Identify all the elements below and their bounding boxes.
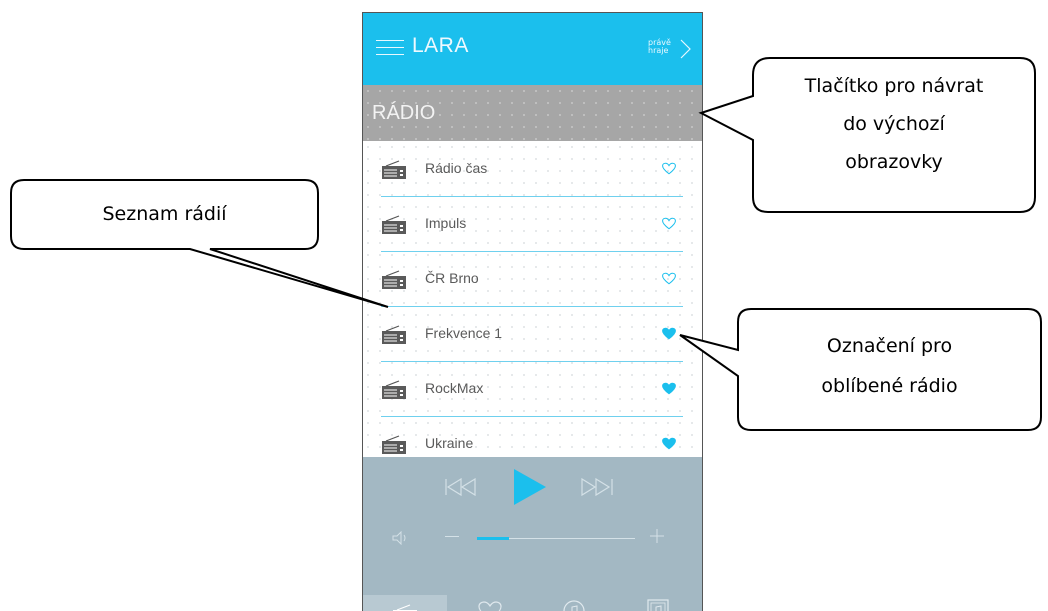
favorite-callout-line1: Označení pro <box>826 335 953 357</box>
radio-icon <box>382 270 406 289</box>
favorite-callout: Označení pro oblíbené rádio <box>738 330 1041 410</box>
station-list-callout: Seznam rádií <box>11 198 318 232</box>
station-name: Rádio čas <box>425 160 488 176</box>
back-button-callout-line2: do výchozí <box>843 113 945 135</box>
favorite-heart-icon[interactable] <box>662 382 676 395</box>
station-row[interactable]: Frekvence 1 <box>362 306 703 362</box>
station-row[interactable]: ČR Brno <box>362 251 703 307</box>
radio-icon <box>382 215 406 234</box>
back-button-callout: Tlačítko pro návrat do výchozí obrazovky <box>753 70 1035 206</box>
station-list-callout-text: Seznam rádií <box>102 203 227 225</box>
tab-radio[interactable] <box>362 595 447 611</box>
section-title: RÁDIO <box>372 102 436 124</box>
volume-down-button[interactable] <box>445 536 459 537</box>
tab-music[interactable] <box>532 595 617 611</box>
station-name: Impuls <box>425 215 467 231</box>
now-playing-button[interactable]: právě hraje <box>648 39 678 55</box>
radio-icon <box>393 604 417 611</box>
radio-icon <box>382 160 406 179</box>
section-header[interactable]: RÁDIO <box>362 85 703 141</box>
chevron-right-icon[interactable] <box>678 38 692 60</box>
station-row[interactable]: RockMax <box>362 361 703 417</box>
volume-icon <box>392 531 406 545</box>
back-button-callout-line1: Tlačítko pro návrat <box>804 75 984 97</box>
now-playing-label-line2: hraje <box>648 46 669 55</box>
favorite-heart-icon[interactable] <box>662 217 676 230</box>
back-button-callout-line3: obrazovky <box>845 151 943 173</box>
favorite-heart-icon[interactable] <box>662 162 676 175</box>
music-note-circle-icon <box>563 600 585 611</box>
favorite-heart-icon[interactable] <box>662 272 676 285</box>
station-name: ČR Brno <box>425 270 479 286</box>
volume-up-button[interactable] <box>650 529 664 543</box>
music-note-album-icon <box>647 599 669 611</box>
volume-slider[interactable] <box>477 537 635 540</box>
skip-next-icon[interactable] <box>578 476 614 498</box>
play-icon[interactable] <box>513 468 547 506</box>
volume-slider-fill <box>477 537 509 540</box>
app-top-bar: LARA právě hraje <box>362 12 703 85</box>
favorite-heart-icon[interactable] <box>662 437 676 450</box>
tab-favorites[interactable] <box>447 595 532 611</box>
phone-screen: LARA právě hraje RÁDIO Rádio čas Impuls ČR… <box>362 12 703 611</box>
favorite-heart-icon[interactable] <box>662 327 676 340</box>
station-name: Ukraine <box>425 435 474 451</box>
radio-icon <box>382 380 406 399</box>
station-row[interactable]: Rádio čas <box>362 141 703 197</box>
radio-icon <box>382 435 406 454</box>
favorite-callout-line2: oblíbené rádio <box>821 375 958 397</box>
tab-library[interactable] <box>617 595 703 611</box>
station-list: Rádio čas Impuls ČR Brno Frekvence 1 RockMax… <box>362 141 703 457</box>
radio-icon <box>382 325 406 344</box>
heart-icon <box>478 601 502 611</box>
station-name: RockMax <box>425 380 484 396</box>
app-title: LARA <box>412 34 469 57</box>
menu-icon[interactable] <box>376 40 404 56</box>
player-panel <box>362 457 703 611</box>
station-row[interactable]: Impuls <box>362 196 703 252</box>
skip-previous-icon[interactable] <box>444 476 480 498</box>
station-name: Frekvence 1 <box>425 325 503 341</box>
